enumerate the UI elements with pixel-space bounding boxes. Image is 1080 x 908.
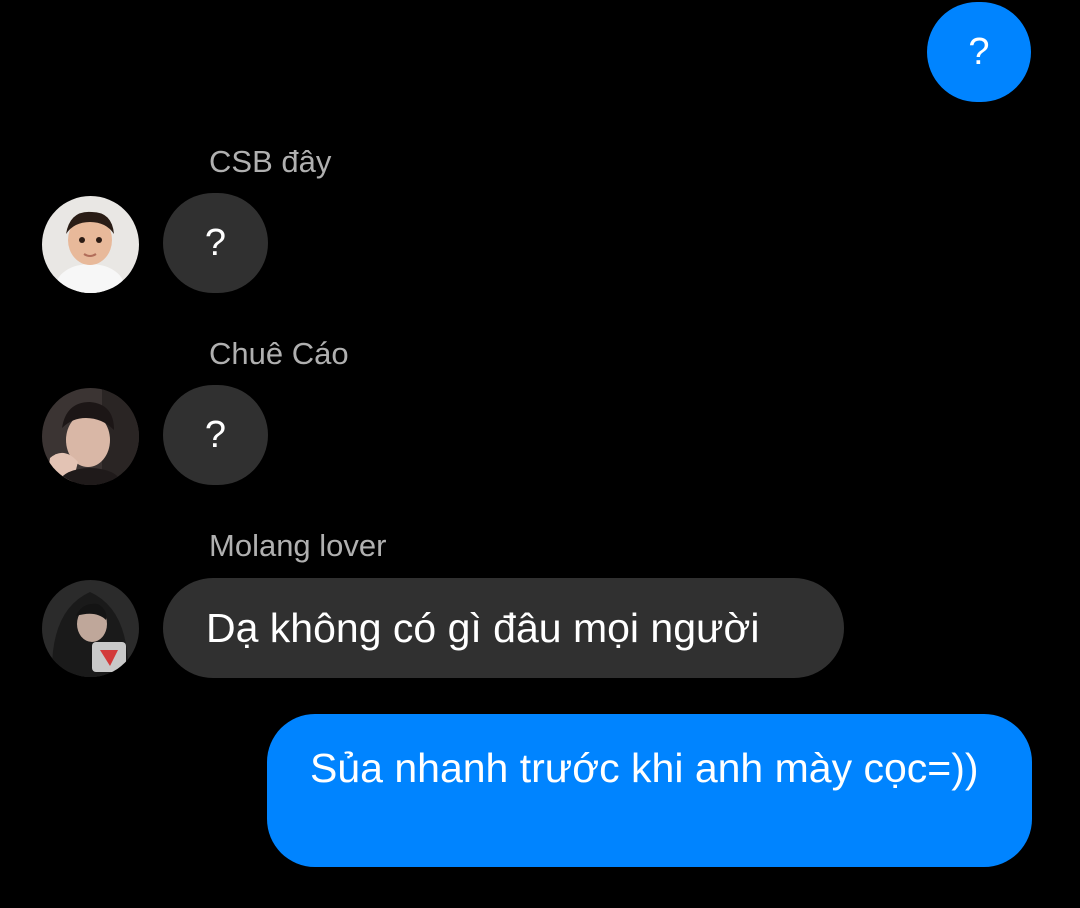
person-avatar-icon[interactable] — [42, 388, 139, 485]
incoming-message-bubble[interactable]: ? — [163, 193, 268, 293]
outgoing-message-bubble[interactable]: ? — [927, 2, 1031, 102]
sender-name: Molang lover — [209, 528, 387, 563]
message-text: ? — [204, 413, 227, 456]
sender-name: CSB đây — [209, 144, 332, 179]
message-text: Sủa nhanh trước khi anh mày cọc=)) — [310, 745, 979, 791]
message-text: Dạ không có gì đâu mọi người — [206, 604, 760, 651]
message-text: ? — [968, 30, 990, 73]
incoming-message-bubble[interactable]: Dạ không có gì đâu mọi người — [163, 578, 844, 678]
child-avatar-icon[interactable] — [42, 196, 139, 293]
sender-name: Chuê Cáo — [209, 336, 349, 371]
hooded-person-avatar-icon[interactable] — [42, 580, 139, 677]
incoming-message-bubble[interactable]: ? — [163, 385, 268, 485]
outgoing-message-bubble[interactable]: Sủa nhanh trước khi anh mày cọc=)) — [267, 714, 1032, 867]
message-text: ? — [204, 221, 227, 264]
